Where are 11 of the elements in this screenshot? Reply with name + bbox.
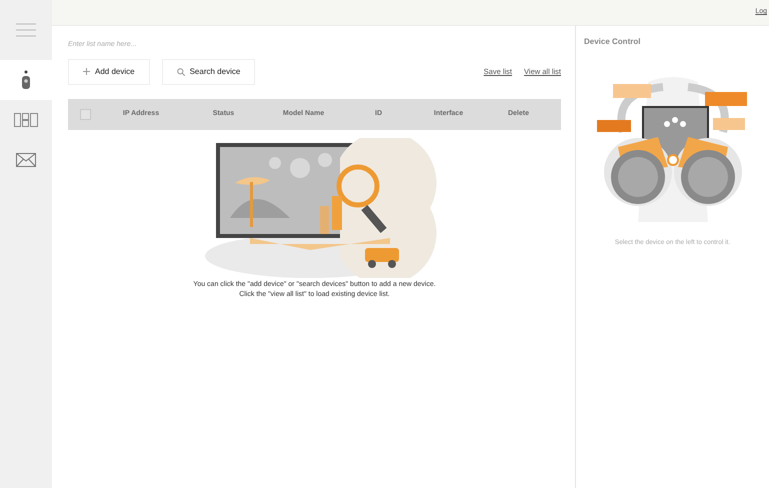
search-icon — [176, 68, 185, 76]
search-device-button[interactable]: Search device — [162, 58, 256, 84]
sidebar-item[interactable] — [0, 60, 52, 100]
plus-icon — [83, 68, 90, 75]
panel-icon — [14, 113, 38, 127]
panel-title: Device Control — [584, 36, 640, 48]
menu-icon[interactable] — [16, 23, 36, 37]
remote-icon — [21, 70, 31, 90]
add-device-button[interactable]: Add device — [68, 58, 150, 84]
select-all-checkbox[interactable] — [80, 108, 91, 120]
mail-icon — [16, 153, 36, 167]
